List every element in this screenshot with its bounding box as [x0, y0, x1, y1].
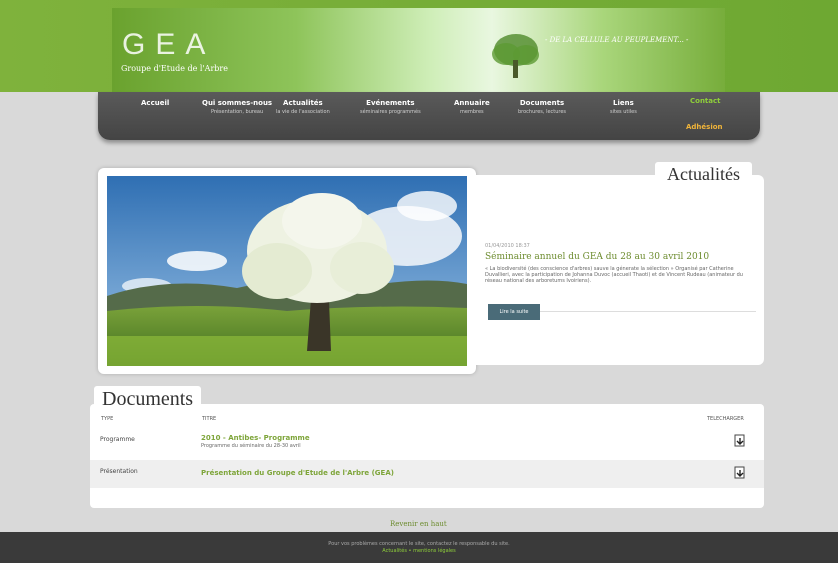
- site-logo-subtitle: Groupe d'Etude de l'Arbre: [121, 64, 228, 73]
- column-header-download: TELECHARGER: [707, 416, 744, 422]
- footer-line-2[interactable]: Actualités • mentions légales: [0, 548, 838, 555]
- back-to-top-link[interactable]: Revenir en haut: [390, 520, 447, 528]
- doc-type: Programme: [100, 436, 135, 443]
- nav-item-label: Accueil: [141, 99, 170, 107]
- table-row: Présentation Présentation du Groupe d'Et…: [90, 460, 764, 488]
- news-date: 01/04/2010 18:37: [485, 243, 530, 249]
- footer-line-1: Pour vos problèmes concernant le site, c…: [328, 541, 510, 547]
- nav-item-sublabel: Présentation, bureau: [210, 109, 264, 115]
- nav-item-accueil[interactable]: Accueil: [141, 99, 169, 107]
- nav-item-annuaire[interactable]: Annuaire membres: [454, 99, 490, 115]
- nav-item-qui-sommes-nous[interactable]: Qui sommes-nous Présentation, bureau: [202, 99, 272, 115]
- news-excerpt: « La biodiversité (des conscience d'arbr…: [485, 266, 743, 284]
- nav-item-sublabel: membres: [460, 109, 484, 115]
- doc-subtitle: Programme du séminaire du 28-30 avril: [201, 443, 301, 449]
- nav-item-label: Liens: [613, 99, 634, 107]
- news-title[interactable]: Séminaire annuel du GEA du 28 au 30 avri…: [485, 252, 755, 262]
- nav-item-contact[interactable]: Contact: [690, 97, 721, 105]
- doc-title-link[interactable]: Présentation du Groupe d'Etude de l'Arbr…: [201, 469, 394, 477]
- nav-item-liens[interactable]: Liens sites utiles: [610, 99, 637, 115]
- nav-item-sublabel: séminaires programmés: [360, 109, 421, 115]
- nav-item-label: Qui sommes-nous: [202, 99, 273, 107]
- nav-item-evenements[interactable]: Evénements séminaires programmés: [360, 99, 421, 115]
- nav-item-sublabel: la vie de l'association: [276, 109, 330, 115]
- nav-item-sublabel: brochures, lectures: [518, 109, 567, 115]
- nav-item-label: Actualités: [283, 99, 323, 107]
- nav-item-adhesion[interactable]: Adhésion: [686, 123, 723, 131]
- featured-slide: [98, 168, 476, 374]
- footer-text: Pour vos problèmes concernant le site, c…: [0, 541, 838, 555]
- nav-item-documents[interactable]: Documents brochures, lectures: [518, 99, 566, 115]
- blossoming-tree-image: [107, 176, 467, 366]
- download-icon[interactable]: [734, 434, 746, 448]
- doc-type: Présentation: [100, 468, 138, 475]
- column-header-type: TYPE: [101, 416, 114, 422]
- documents-heading: Documents: [94, 386, 202, 413]
- nav-item-label: Documents: [519, 99, 565, 107]
- table-row: Programme 2010 - Antibes- Programme Prog…: [90, 428, 764, 456]
- tree-icon: [492, 34, 539, 78]
- download-icon[interactable]: [734, 466, 746, 480]
- divider: [540, 311, 756, 312]
- doc-title-link[interactable]: 2010 - Antibes- Programme: [201, 434, 310, 442]
- featured-image[interactable]: [107, 176, 467, 366]
- nav-item-label: Annuaire: [454, 99, 490, 107]
- documents-panel: [90, 404, 764, 508]
- read-more-button[interactable]: Lire la suite: [488, 304, 540, 320]
- nav-item-sublabel: sites utiles: [610, 109, 637, 115]
- news-heading: Actualités: [655, 162, 752, 187]
- nav-item-actualites[interactable]: Actualités la vie de l'association: [276, 99, 330, 115]
- nav-item-label: Evénements: [366, 99, 415, 107]
- site-logo[interactable]: GEA: [122, 28, 215, 62]
- column-header-title: TITRE: [202, 416, 217, 422]
- site-slogan: - DE LA CELLULE AU PEUPLEMENT... -: [545, 36, 689, 44]
- main-nav: Accueil Qui sommes-nous Présentation, bu…: [98, 92, 760, 140]
